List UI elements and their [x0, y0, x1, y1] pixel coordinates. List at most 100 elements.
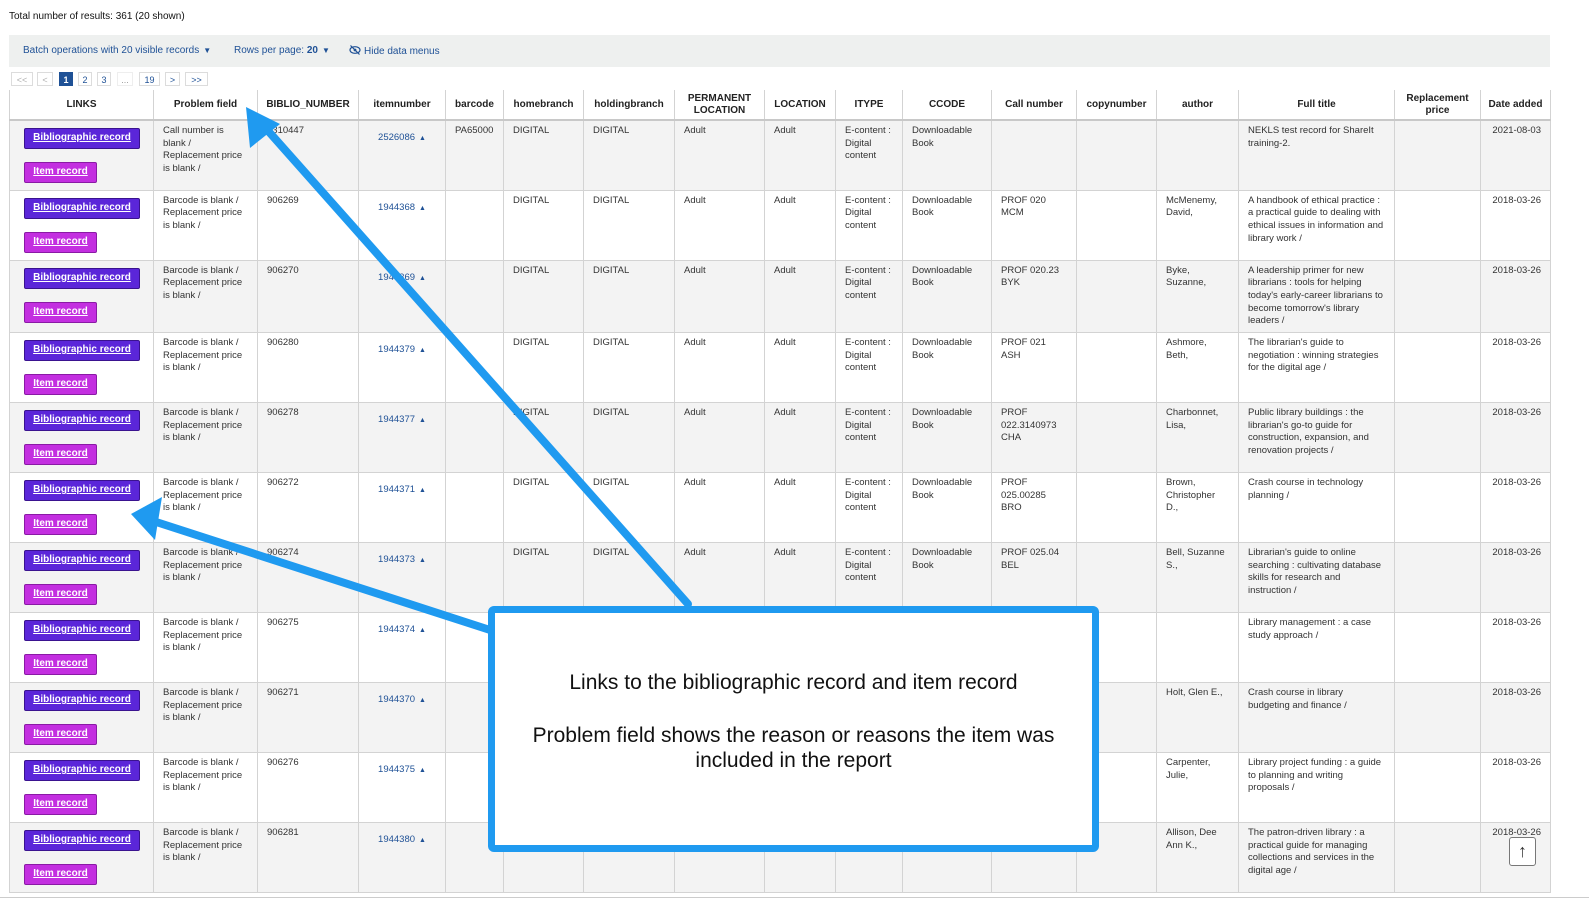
- hide-data-menus-toggle[interactable]: Hide data menus: [349, 45, 440, 57]
- item-record-button[interactable]: Item record: [24, 231, 97, 253]
- item-record-button[interactable]: Item record: [24, 724, 97, 746]
- bibliographic-record-button[interactable]: Bibliographic record: [24, 690, 140, 712]
- caret-up-icon[interactable]: ▲: [419, 767, 426, 774]
- column-header[interactable]: author: [1156, 90, 1239, 121]
- scroll-to-top-button[interactable]: ↑: [1509, 837, 1536, 866]
- pagination-prev[interactable]: <: [37, 72, 53, 86]
- barcode-cell: [445, 472, 504, 544]
- author-cell: McMenemy, David,: [1156, 189, 1239, 261]
- caret-up-icon[interactable]: ▲: [419, 487, 426, 494]
- links-cell: Bibliographic record Item record: [9, 119, 154, 191]
- item-record-button[interactable]: Item record: [24, 584, 97, 606]
- caret-up-icon[interactable]: ▲: [419, 135, 426, 142]
- column-header[interactable]: holdingbranch: [583, 90, 675, 121]
- bibliographic-record-button[interactable]: Bibliographic record: [24, 340, 140, 362]
- caret-up-icon[interactable]: ▲: [419, 557, 426, 564]
- column-header[interactable]: Date added: [1480, 90, 1551, 121]
- column-header[interactable]: copynumber: [1076, 90, 1157, 121]
- itemnumber-link[interactable]: 1944379: [378, 344, 415, 355]
- itemnumber-link[interactable]: 1944375: [378, 764, 415, 775]
- column-header[interactable]: barcode: [445, 90, 504, 121]
- itemnumber-link[interactable]: 1944369: [378, 272, 415, 283]
- call-number-cell: PROF 022.3140973 CHA: [991, 402, 1077, 474]
- pagination-page-2[interactable]: 2: [78, 72, 92, 86]
- bibliographic-record-button[interactable]: Bibliographic record: [24, 620, 140, 642]
- itemnumber-link[interactable]: 1944371: [378, 484, 415, 495]
- itemnumber-link[interactable]: 2526086: [378, 132, 415, 143]
- pagination-page-3[interactable]: 3: [97, 72, 111, 86]
- item-record-button[interactable]: Item record: [24, 654, 97, 676]
- caret-down-icon: ▼: [321, 46, 330, 55]
- links-cell: Bibliographic record Item record: [9, 542, 154, 614]
- bibliographic-record-button[interactable]: Bibliographic record: [24, 410, 140, 432]
- itemnumber-link[interactable]: 1944380: [378, 834, 415, 845]
- column-header[interactable]: Full title: [1238, 90, 1395, 121]
- batch-operations-menu[interactable]: Batch operations with 20 visible records…: [23, 45, 211, 56]
- item-record-button[interactable]: Item record: [24, 162, 97, 183]
- caret-up-icon[interactable]: ▲: [419, 205, 426, 212]
- caret-up-icon[interactable]: ▲: [419, 347, 426, 354]
- column-header[interactable]: Problem field: [153, 90, 258, 121]
- barcode-cell: [445, 752, 504, 824]
- column-header[interactable]: Call number: [991, 90, 1077, 121]
- column-header[interactable]: LOCATION: [764, 90, 836, 121]
- column-header[interactable]: Replacement price: [1394, 90, 1481, 121]
- biblio-number-cell: 906281: [257, 822, 359, 894]
- table-row: Bibliographic record Item record Barcode i…: [9, 332, 1551, 404]
- column-header[interactable]: CCODE: [902, 90, 992, 121]
- pagination-last[interactable]: >>: [185, 72, 208, 86]
- permanent-location-cell: [674, 822, 765, 894]
- item-record-button[interactable]: Item record: [24, 444, 97, 466]
- links-cell: Bibliographic record Item record: [9, 332, 154, 404]
- itemnumber-link[interactable]: 1944368: [378, 202, 415, 213]
- table-row: Bibliographic record Item record Barcode i…: [9, 822, 1551, 894]
- item-record-button[interactable]: Item record: [24, 301, 97, 323]
- ccode-cell: Downloadable Book: [902, 259, 992, 334]
- bibliographic-record-button[interactable]: Bibliographic record: [24, 550, 140, 572]
- pagination-first[interactable]: <<: [11, 72, 33, 86]
- itemnumber-link[interactable]: 1944377: [378, 414, 415, 425]
- itemnumber-cell: 1944370 ▲: [358, 682, 446, 754]
- item-record-button[interactable]: Item record: [24, 794, 97, 816]
- problem-field-cell: Call number is blank / Replacement price…: [153, 119, 258, 191]
- biblio-number-cell: 906276: [257, 752, 359, 824]
- pagination-page-19[interactable]: 19: [139, 72, 160, 86]
- location-cell: Adult: [764, 332, 836, 404]
- barcode-cell: [445, 332, 504, 404]
- ccode-cell: [902, 752, 992, 824]
- item-record-button[interactable]: Item record: [24, 514, 97, 536]
- bibliographic-record-button[interactable]: Bibliographic record: [24, 197, 140, 219]
- column-header[interactable]: BIBLIO_NUMBER: [257, 90, 359, 121]
- author-cell: [1156, 612, 1239, 684]
- column-header[interactable]: PERMANENT LOCATION: [674, 90, 765, 121]
- pagination-page-1[interactable]: 1: [59, 72, 73, 86]
- call-number-cell: PROF 025.04 BEL: [991, 542, 1077, 614]
- pagination-next[interactable]: >: [165, 72, 180, 86]
- caret-up-icon[interactable]: ▲: [419, 275, 426, 282]
- item-record-button[interactable]: Item record: [24, 864, 97, 886]
- table-header-row: LINKS Problem field BIBLIO_NUMBER itemnumbe…: [9, 90, 1551, 121]
- caret-up-icon[interactable]: ▲: [419, 627, 426, 634]
- caret-up-icon[interactable]: ▲: [419, 417, 426, 424]
- itype-cell: [835, 612, 903, 684]
- column-header[interactable]: itemnumber: [358, 90, 446, 121]
- column-header[interactable]: ITYPE: [835, 90, 903, 121]
- copynumber-cell: [1076, 259, 1157, 334]
- bibliographic-record-button[interactable]: Bibliographic record: [24, 830, 140, 852]
- itemnumber-link[interactable]: 1944374: [378, 624, 415, 635]
- bibliographic-record-button[interactable]: Bibliographic record: [24, 480, 140, 502]
- column-header[interactable]: homebranch: [503, 90, 584, 121]
- rows-per-page-menu[interactable]: Rows per page: 20 ▼: [234, 45, 330, 56]
- links-cell: Bibliographic record Item record: [9, 822, 154, 894]
- permanent-location-cell: [674, 752, 765, 824]
- bibliographic-record-button[interactable]: Bibliographic record: [24, 760, 140, 782]
- caret-up-icon[interactable]: ▲: [419, 697, 426, 704]
- column-header[interactable]: LINKS: [9, 90, 154, 121]
- bibliographic-record-button[interactable]: Bibliographic record: [24, 267, 140, 289]
- caret-up-icon[interactable]: ▲: [419, 837, 426, 844]
- item-record-button[interactable]: Item record: [24, 374, 97, 396]
- bibliographic-record-button[interactable]: Bibliographic record: [24, 128, 140, 149]
- holdingbranch-cell: [583, 612, 675, 684]
- itemnumber-link[interactable]: 1944373: [378, 554, 415, 565]
- itemnumber-link[interactable]: 1944370: [378, 694, 415, 705]
